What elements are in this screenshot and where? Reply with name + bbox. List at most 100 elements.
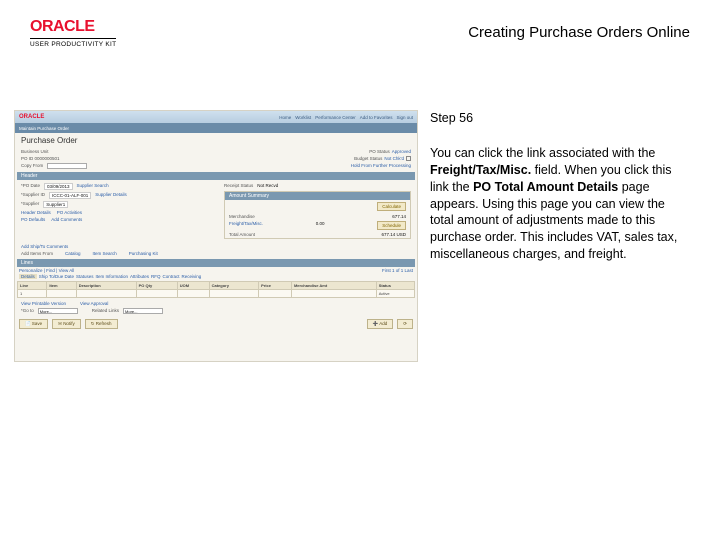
hold-link[interactable]: Hold From Further Processing (351, 163, 411, 169)
po-activities-link[interactable]: PO Activities (57, 210, 82, 215)
add-comments-link[interactable]: Add Comments (51, 217, 82, 222)
refresh-icon: ↻ (91, 321, 95, 326)
notify-button[interactable]: ✉ Notify (52, 319, 81, 329)
tab-shipto[interactable]: Ship To/Due Date (39, 274, 74, 279)
total-amount-value: 677.14 USD (381, 232, 406, 237)
nav-worklist[interactable]: Worklist (295, 115, 311, 120)
po-date-label: *PO Date (21, 183, 40, 190)
copy-from-select[interactable] (47, 163, 87, 169)
goto-label: *Go to (21, 308, 34, 314)
copy-from-label: Copy From (21, 163, 43, 169)
save-icon: 📄 (25, 321, 31, 326)
goto-select[interactable]: More... (38, 308, 78, 314)
po-defaults-link[interactable]: PO Defaults (21, 217, 45, 222)
col-amt: Merchandise Amt (291, 282, 376, 290)
doc-header: ORACLE USER PRODUCTIVITY KIT Creating Pu… (30, 18, 690, 58)
cell-amt (291, 290, 376, 298)
tab-statuses[interactable]: Statuses (76, 274, 94, 279)
cell-price[interactable] (259, 290, 292, 298)
tab-contract[interactable]: Contract (163, 274, 180, 279)
footer-toolbar: 📄 Save ✉ Notify ↻ Refresh ➕ Add ⟳ (15, 317, 417, 331)
supplier-search-link[interactable]: Supplier Search (77, 183, 109, 190)
nav-perf-center[interactable]: Performance Center (315, 115, 356, 120)
cell-desc[interactable] (76, 290, 136, 298)
cell-line: 1 (18, 290, 47, 298)
app-nav: Home Worklist Performance Center Add to … (279, 115, 413, 120)
notify-icon: ✉ (58, 321, 62, 326)
catalog-link[interactable]: Catalog (65, 251, 81, 256)
tab-receiving[interactable]: Receiving (182, 274, 202, 279)
freight-tax-misc-value: 0.00 (316, 221, 325, 230)
step-number: Step 56 (430, 110, 690, 127)
lines-table: Line Item Description PO Qty UOM Categor… (17, 281, 415, 298)
cell-cat[interactable] (209, 290, 259, 298)
view-approval-link[interactable]: View Approval (80, 301, 108, 306)
receipt-status-label: Receipt Status (224, 183, 253, 188)
header-section-bar: Header (17, 172, 415, 180)
col-uom: UOM (177, 282, 209, 290)
breadcrumb-bar: Maintain Purchase Order (15, 123, 417, 133)
pager-text[interactable]: First 1 of 1 Last (382, 268, 413, 273)
supplier-name-value[interactable]: Supplier1 (43, 201, 68, 208)
tab-details[interactable]: Details (19, 274, 37, 279)
po-id-label: PO ID 0000000501 (21, 156, 60, 161)
budget-status-label: Budget Status (354, 156, 382, 161)
page-title: Purchase Order (15, 133, 417, 148)
calculate-button[interactable]: Calculate (377, 202, 406, 211)
header-details-link[interactable]: Header Details (21, 210, 51, 215)
document-title: Creating Purchase Orders Online (468, 24, 690, 41)
tab-rfq[interactable]: RFQ (151, 274, 161, 279)
supplier-id-label: *Supplier ID (21, 192, 45, 199)
business-unit-label: Business Unit (21, 149, 49, 154)
col-line: Line (18, 282, 47, 290)
add-items-from-label: Add Items From (21, 251, 53, 256)
purchasing-kit-link[interactable]: Purchasing Kit (129, 251, 158, 256)
po-status-value[interactable]: Approved (392, 149, 411, 154)
next-icon: ⟳ (403, 321, 407, 326)
tab-item-info[interactable]: Item Information (95, 274, 128, 279)
instruction-panel: Step 56 You can click the link associate… (430, 110, 690, 263)
col-cat: Category (209, 282, 259, 290)
view-printable-link[interactable]: View Printable Version (21, 301, 66, 306)
cell-item[interactable] (47, 290, 76, 298)
budget-status-value[interactable]: Not Chk'd (384, 156, 404, 161)
app-topbar: ORACLE Home Worklist Performance Center … (15, 111, 417, 123)
col-price: Price (259, 282, 292, 290)
lines-section-hdr: Lines (17, 259, 415, 267)
schedule-button[interactable]: Schedule (377, 221, 406, 230)
col-desc: Description (76, 282, 136, 290)
personalize-link[interactable]: Personalize | Find | View All (19, 268, 74, 273)
cell-uom[interactable] (177, 290, 209, 298)
nav-home[interactable]: Home (279, 115, 291, 120)
merchandise-value: 677.14 (392, 214, 406, 219)
save-button[interactable]: 📄 Save (19, 319, 48, 329)
doc-icon[interactable] (406, 156, 411, 161)
receipt-status-value: Not Recvd (257, 183, 278, 188)
supplier-name-label: *Supplier (21, 201, 39, 208)
freight-tax-misc-link[interactable]: Freight/Tax/Misc. (229, 221, 263, 230)
amount-summary-hdr: Amount Summary (225, 192, 410, 200)
next-button[interactable]: ⟳ (397, 319, 413, 329)
col-qty: PO Qty (136, 282, 177, 290)
add-button[interactable]: ➕ Add (367, 319, 394, 329)
add-ship-comments-link[interactable]: Add Ship/To Comments (21, 244, 68, 249)
table-header-row: Line Item Description PO Qty UOM Categor… (18, 282, 415, 290)
tab-attributes[interactable]: Attributes (130, 274, 149, 279)
text-p1: You can click the link associated with t… (430, 146, 655, 160)
po-date-value[interactable]: 03/09/2013 (44, 183, 73, 190)
table-row[interactable]: 1 Active (18, 290, 415, 298)
related-select[interactable]: More... (123, 308, 163, 314)
cell-status: Active (376, 290, 414, 298)
text-bold2: PO Total Amount Details (473, 180, 618, 194)
nav-signout[interactable]: Sign out (396, 115, 413, 120)
text-bold1: Freight/Tax/Misc. (430, 163, 531, 177)
merchandise-label: Merchandise (229, 214, 255, 219)
nav-favorites[interactable]: Add to Favorites (360, 115, 393, 120)
breadcrumb-text: Maintain Purchase Order (19, 126, 69, 131)
refresh-button[interactable]: ↻ Refresh (85, 319, 118, 329)
cell-qty[interactable] (136, 290, 177, 298)
brand-oracle-logo: ORACLE (30, 18, 116, 36)
supplier-details-link[interactable]: Supplier Details (95, 192, 127, 199)
item-search-link[interactable]: Item Search (93, 251, 117, 256)
supplier-id-value[interactable]: ICCC-01-ALF-001 (49, 192, 91, 199)
